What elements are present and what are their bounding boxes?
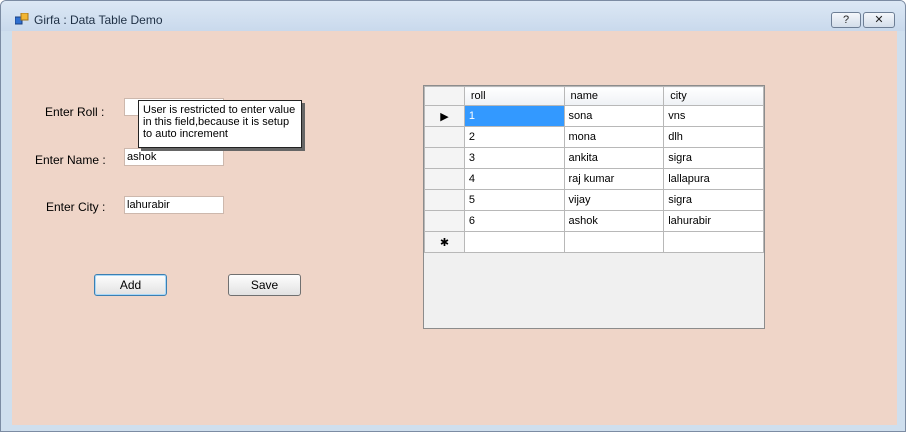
table-cell[interactable]: 1 <box>463 105 565 127</box>
city-label: Enter City : <box>46 200 106 214</box>
add-button[interactable]: Add <box>94 274 167 296</box>
table-cell[interactable]: sona <box>563 105 665 127</box>
table-cell[interactable]: 6 <box>463 210 565 232</box>
roll-tooltip: User is restricted to enter value in thi… <box>138 100 302 148</box>
name-label: Enter Name : <box>35 153 106 167</box>
table-cell[interactable]: dlh <box>663 126 764 148</box>
current-row-indicator-icon[interactable]: ▶ <box>424 105 465 127</box>
data-table: roll name city ▶ 1 sona vns 2 mona dlh 3… <box>424 86 764 253</box>
table-row[interactable]: 2 mona dlh <box>424 126 764 148</box>
app-window: Girfa : Data Table Demo ? ✕ Enter Roll :… <box>0 0 906 432</box>
table-cell[interactable]: vns <box>663 105 764 127</box>
roll-label: Enter Roll : <box>45 105 105 119</box>
window-title: Girfa : Data Table Demo <box>34 13 163 27</box>
table-cell[interactable]: lallapura <box>663 168 764 190</box>
help-button[interactable]: ? <box>831 12 861 28</box>
table-cell[interactable] <box>563 231 665 253</box>
table-cell[interactable]: 2 <box>463 126 565 148</box>
table-cell[interactable]: 3 <box>463 147 565 169</box>
name-input[interactable]: ashok <box>124 148 224 166</box>
table-row[interactable]: ▶ 1 sona vns <box>424 105 764 127</box>
corner-header[interactable] <box>424 86 465 106</box>
column-header-roll[interactable]: roll <box>463 86 565 106</box>
data-grid[interactable]: roll name city ▶ 1 sona vns 2 mona dlh 3… <box>423 85 765 329</box>
table-row[interactable]: 6 ashok lahurabir <box>424 210 764 232</box>
row-header[interactable] <box>424 168 465 190</box>
table-cell[interactable]: vijay <box>563 189 665 211</box>
row-header[interactable] <box>424 126 465 148</box>
row-header[interactable] <box>424 189 465 211</box>
table-cell[interactable]: ashok <box>563 210 665 232</box>
column-header-name[interactable]: name <box>563 86 665 106</box>
table-cell[interactable]: 4 <box>463 168 565 190</box>
table-cell[interactable]: lahurabir <box>663 210 764 232</box>
table-cell[interactable]: ankita <box>563 147 665 169</box>
table-cell[interactable] <box>663 231 764 253</box>
new-row[interactable]: ✱ <box>424 231 764 253</box>
table-cell[interactable]: sigra <box>663 147 764 169</box>
new-row-asterisk-icon[interactable]: ✱ <box>424 231 465 253</box>
table-row[interactable]: 5 vijay sigra <box>424 189 764 211</box>
close-button[interactable]: ✕ <box>863 12 895 28</box>
row-header[interactable] <box>424 147 465 169</box>
table-cell[interactable]: raj kumar <box>563 168 665 190</box>
table-cell[interactable]: sigra <box>663 189 764 211</box>
table-cell[interactable]: 5 <box>463 189 565 211</box>
save-button[interactable]: Save <box>228 274 301 296</box>
table-row[interactable]: 3 ankita sigra <box>424 147 764 169</box>
table-cell[interactable]: mona <box>563 126 665 148</box>
table-cell[interactable] <box>463 231 565 253</box>
city-input[interactable]: lahurabir <box>124 196 224 214</box>
table-row[interactable]: 4 raj kumar lallapura <box>424 168 764 190</box>
row-header[interactable] <box>424 210 465 232</box>
column-header-city[interactable]: city <box>663 86 764 106</box>
title-bar[interactable]: Girfa : Data Table Demo ? ✕ <box>1 1 905 31</box>
header-row: roll name city <box>424 86 764 106</box>
app-icon <box>15 13 29 25</box>
